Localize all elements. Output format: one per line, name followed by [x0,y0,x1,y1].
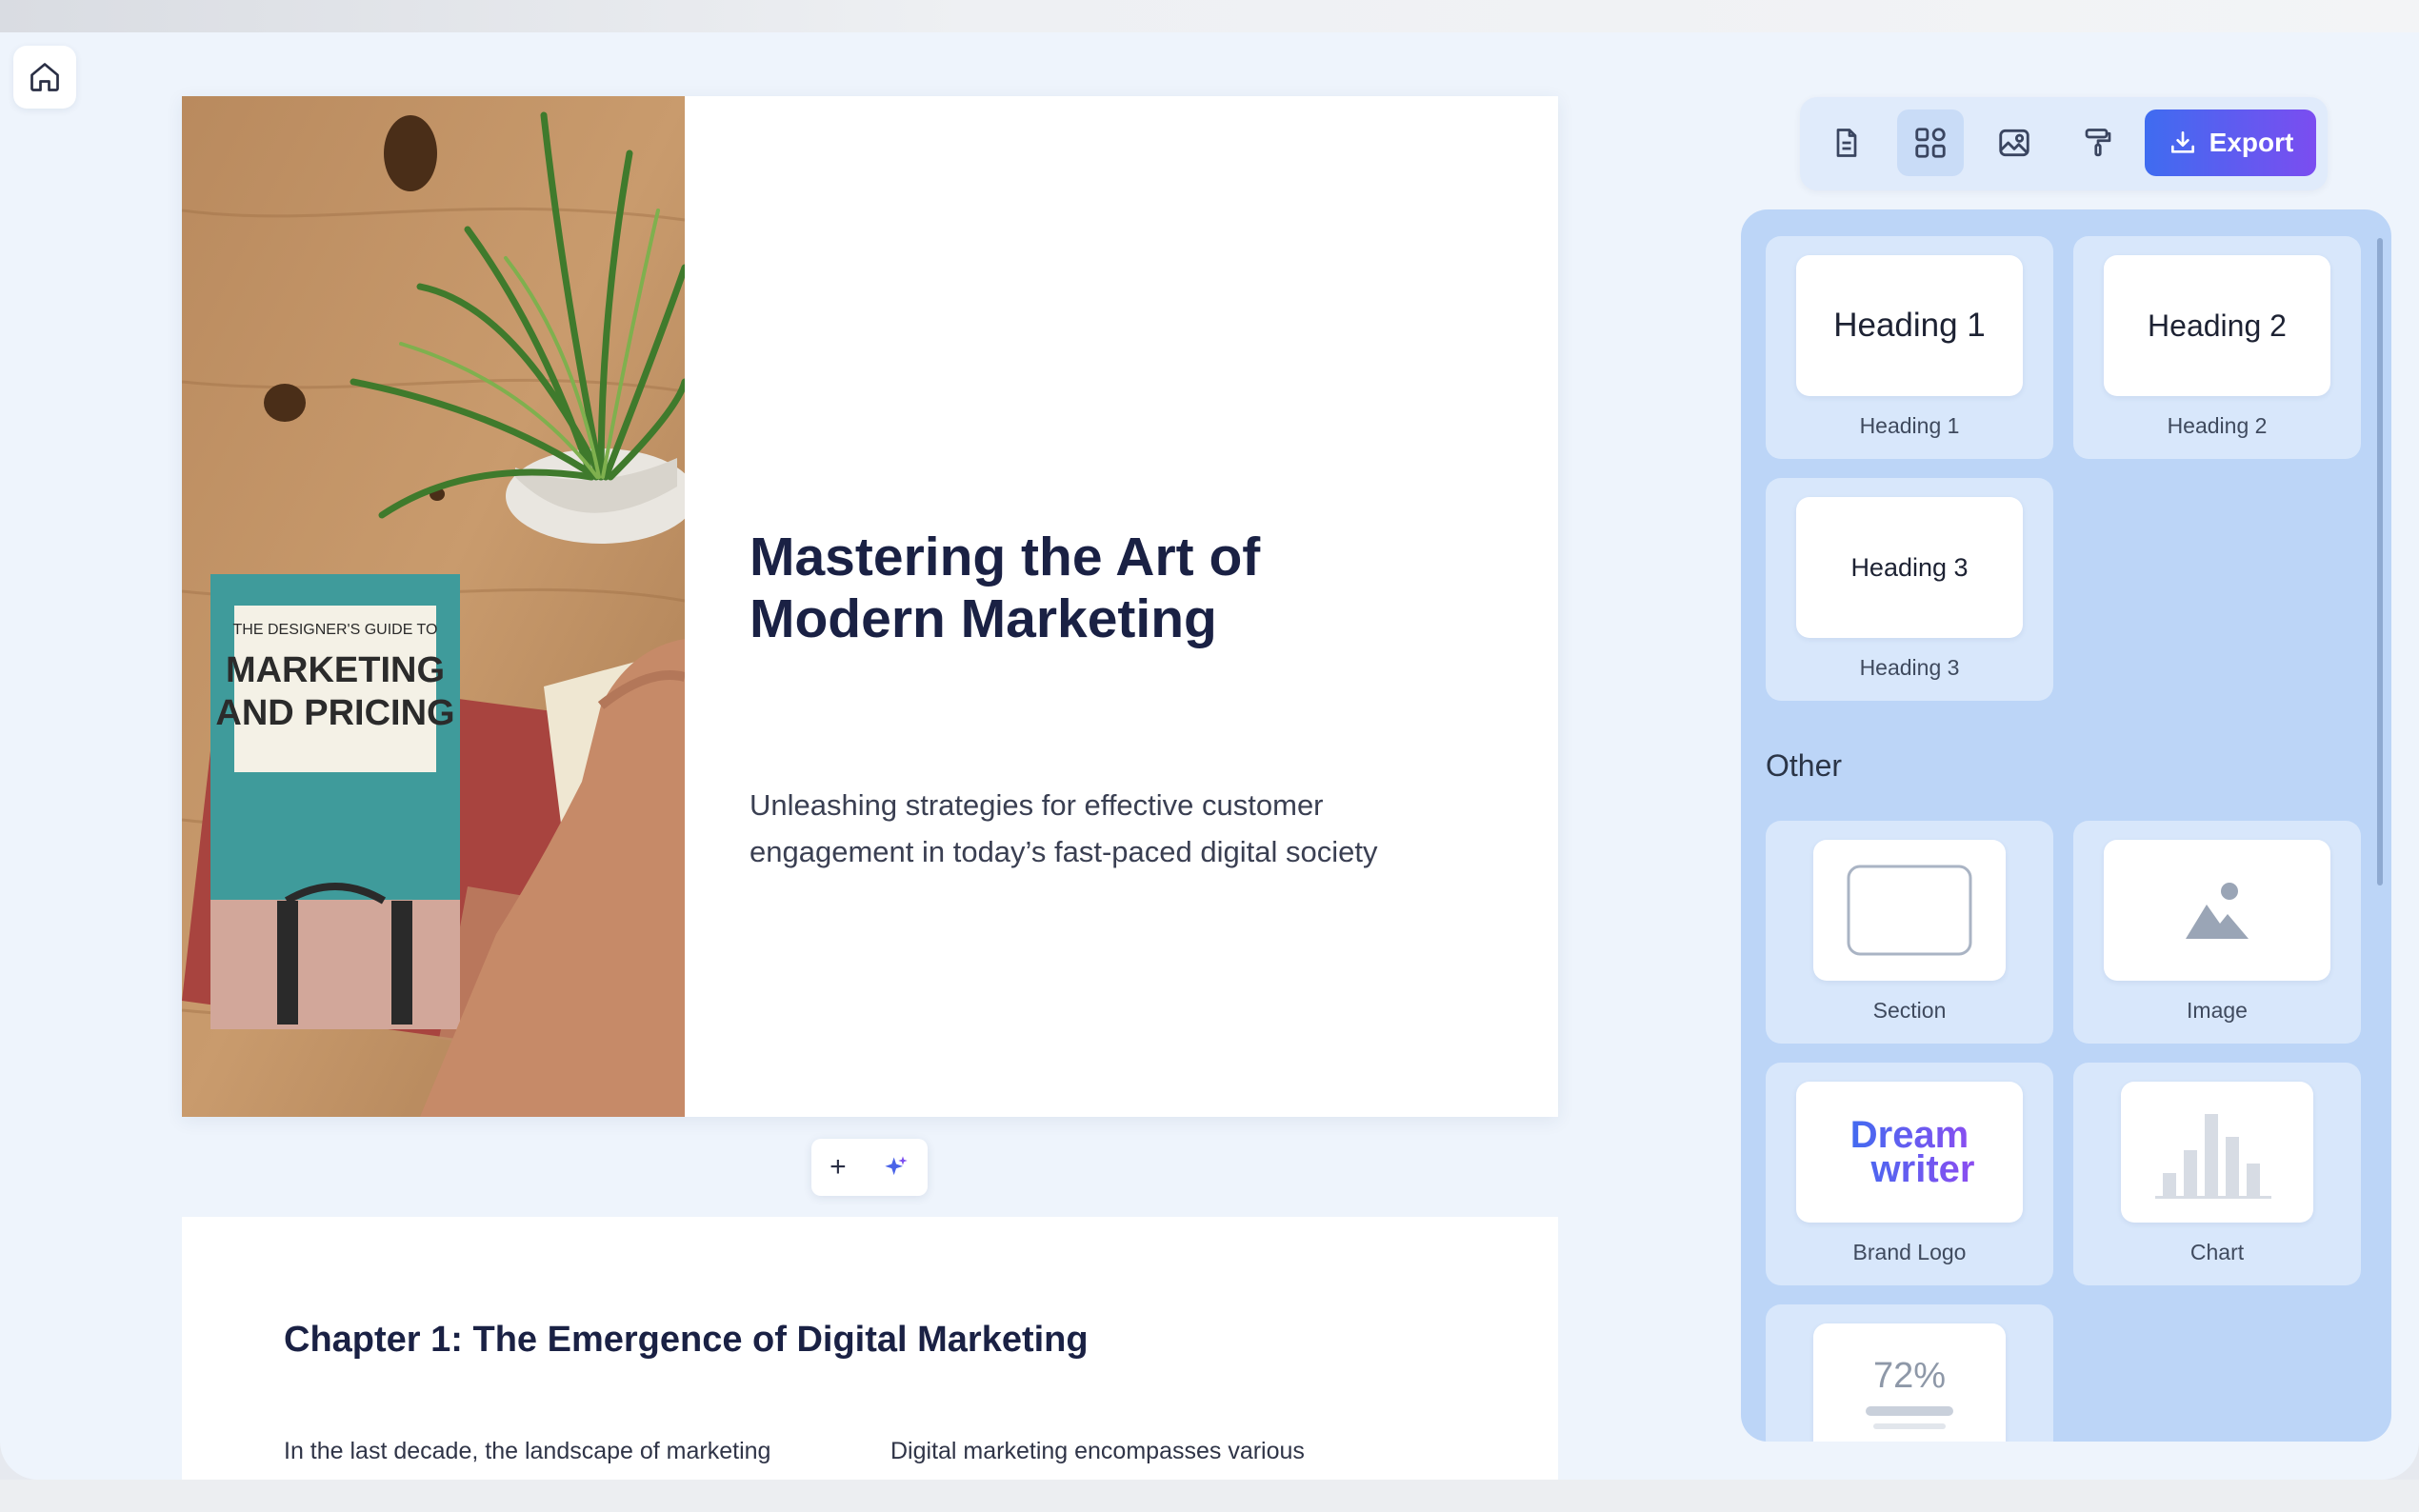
progress-preview: 72% [1813,1323,2006,1442]
heading-2-label: Heading 2 [2167,413,2268,438]
editor-toolbar: Export [1800,97,2328,190]
export-button[interactable]: Export [2145,109,2316,176]
chapter-column-left[interactable]: In the last decade, the landscape of mar… [284,1428,855,1474]
ai-sparkle-icon[interactable] [883,1154,910,1181]
elements-panel: Heading 1 Heading 1 Heading 2 Heading 2 … [1741,209,2391,1442]
heading-1-preview-text: Heading 1 [1833,307,1986,344]
progress-value: 72% [1872,1356,1947,1396]
element-card-brand-logo[interactable]: Dream writer Brand Logo [1766,1063,2053,1285]
element-card-image[interactable]: Image [2073,821,2361,1044]
document-chapter-page[interactable]: Chapter 1: The Emergence of Digital Mark… [182,1217,1558,1480]
add-block-toolbar: + [811,1139,928,1196]
heading-1-preview: Heading 1 [1796,255,2023,396]
brand-logo-mark: Dream writer [1845,1118,1975,1186]
element-card-chart[interactable]: Chart [2073,1063,2361,1285]
book-cover-line1: THE DESIGNER'S GUIDE TO [233,622,438,638]
brand-logo-preview: Dream writer [1796,1082,2023,1223]
media-tool-button[interactable] [1981,109,2048,176]
cover-subtitle-line1: Unleashing strategies for effective cust… [750,788,1324,822]
panel-scrollbar[interactable] [2377,238,2383,885]
book-cover-line2: MARKETING [226,650,445,690]
chapter-heading[interactable]: Chapter 1: The Emergence of Digital Mark… [284,1320,1089,1361]
chapter-column-right[interactable]: Digital marketing encompasses various [890,1428,1462,1474]
document-icon [1836,129,1857,157]
image-label: Image [2187,998,2248,1023]
export-label: Export [2209,128,2294,157]
bar-chart-icon [2155,1114,2271,1199]
document-cover-page[interactable]: THE DESIGNER'S GUIDE TO MARKETING AND PR… [182,96,1558,1117]
progress-bar-icon [1866,1406,1953,1429]
chart-label: Chart [2189,1240,2245,1264]
cover-photo[interactable]: THE DESIGNER'S GUIDE TO MARKETING AND PR… [182,96,685,1117]
element-card-heading-3[interactable]: Heading 3 Heading 3 [1766,478,2053,701]
chapter-col2-line1: Digital marketing encompasses various [890,1438,1305,1464]
brand-logo-line2: writer [1870,1148,1975,1190]
bottom-bar [0,1480,2419,1512]
chart-preview [2121,1082,2313,1223]
elements-grid-icon [1915,128,1946,158]
section-label: Section [1872,998,1947,1023]
document-tool-button[interactable] [1813,109,1880,176]
cover-subtitle-line2: engagement in today’s fast-paced digital… [750,835,1378,868]
home-button[interactable] [13,46,76,109]
section-preview [1813,840,2006,981]
elements-tool-button[interactable] [1897,109,1964,176]
heading-3-preview-text: Heading 3 [1850,552,1969,582]
heading-3-preview: Heading 3 [1796,497,2023,638]
heading-2-preview: Heading 2 [2104,255,2330,396]
heading-3-label: Heading 3 [1859,655,1960,680]
cover-title-line2: Modern Marketing [750,588,1217,649]
image-icon [2186,883,2249,939]
paint-roller-icon [2085,129,2111,157]
section-frame-icon [1847,865,1972,956]
element-card-progress[interactable]: 72% [1766,1304,2053,1442]
heading-2-preview-text: Heading 2 [2148,308,2287,343]
cover-title-line1: Mastering the Art of [750,527,1261,587]
cover-title[interactable]: Mastering the Art of Modern Marketing [750,527,1473,650]
home-icon [30,63,59,91]
other-section-title: Other [1766,748,1843,783]
download-icon [2170,131,2194,153]
element-card-heading-2[interactable]: Heading 2 Heading 2 [2073,236,2361,459]
brand-logo-line1: Dream [1849,1114,1969,1156]
brand-logo-label: Brand Logo [1852,1240,1967,1264]
image-edit-icon [1999,129,2029,157]
add-block-button[interactable]: + [830,1151,847,1184]
browser-top-bar [0,0,2419,32]
image-preview [2104,840,2330,981]
heading-1-label: Heading 1 [1859,413,1960,438]
cover-subtitle[interactable]: Unleashing strategies for effective cust… [750,782,1530,875]
element-card-heading-1[interactable]: Heading 1 Heading 1 [1766,236,2053,459]
chapter-col1-line1: In the last decade, the landscape of mar… [284,1438,771,1464]
element-card-section[interactable]: Section [1766,821,2053,1044]
style-tool-button[interactable] [2065,109,2131,176]
book-cover-line3: AND PRICING [215,693,454,733]
